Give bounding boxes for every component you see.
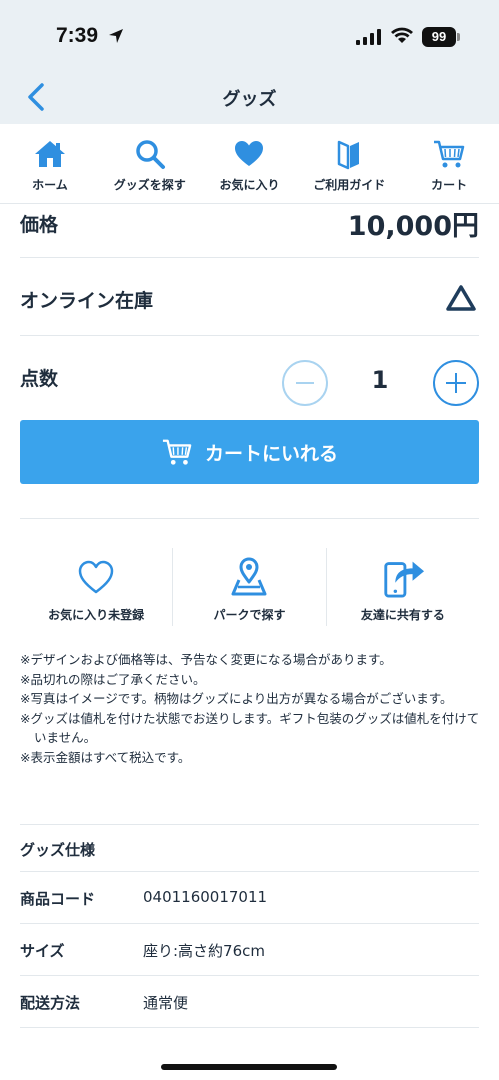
tab-label: カート bbox=[431, 178, 468, 192]
stock-limited-triangle-icon bbox=[446, 285, 476, 311]
quantity-value: 1 bbox=[371, 366, 389, 394]
wifi-icon bbox=[391, 27, 413, 43]
spec-section-header: グッズ仕様 bbox=[20, 824, 479, 872]
quantity-label: 点数 bbox=[20, 368, 59, 390]
quantity-increase-button[interactable] bbox=[433, 360, 479, 406]
cart-icon bbox=[162, 439, 192, 465]
page-title: グッズ bbox=[222, 89, 277, 110]
add-favorite-button[interactable]: お気に入り未登録 bbox=[20, 548, 172, 626]
battery-level: 99 bbox=[422, 27, 456, 47]
note-item: ※グッズは値札を付けた状態でお送りします。ギフト包装のグッズは値札を付けていませ… bbox=[20, 710, 480, 746]
location-arrow-icon bbox=[109, 29, 123, 43]
heart-outline-icon bbox=[78, 560, 114, 594]
tab-label: ホーム bbox=[32, 178, 68, 192]
battery-tip bbox=[457, 33, 460, 41]
tab-label: ご利用ガイド bbox=[313, 178, 386, 192]
status-time: 7:39 bbox=[56, 24, 99, 47]
cellular-signal-icon bbox=[356, 29, 381, 45]
quantity-row: 点数 1 bbox=[20, 336, 479, 420]
cart-icon bbox=[434, 140, 465, 168]
tab-label: お気に入り bbox=[219, 178, 280, 192]
map-pin-icon bbox=[231, 557, 267, 596]
spec-key: 配送方法 bbox=[20, 994, 81, 1012]
search-icon bbox=[135, 140, 165, 169]
spec-key: サイズ bbox=[20, 942, 65, 960]
action-label: 友達に共有する bbox=[360, 608, 445, 622]
home-indicator[interactable] bbox=[161, 1064, 337, 1070]
add-to-cart-button[interactable]: カートにいれる bbox=[20, 420, 479, 484]
spec-row: 商品コード 0401160017011 bbox=[20, 872, 479, 924]
tab-label: グッズを探す bbox=[113, 178, 186, 192]
home-icon bbox=[34, 141, 65, 167]
guide-icon bbox=[338, 140, 360, 170]
tab-guide[interactable]: ご利用ガイド bbox=[299, 124, 399, 203]
note-item: ※表示金額はすべて税込です。 bbox=[20, 749, 191, 765]
action-label: パークで探す bbox=[213, 608, 286, 622]
spec-value: 座り:高さ約76cm bbox=[143, 942, 266, 960]
divider bbox=[20, 518, 479, 519]
note-item: ※品切れの際はご了承ください。 bbox=[20, 671, 206, 687]
action-bar: お気に入り未登録 パークで探す 友達に共有する bbox=[20, 548, 479, 626]
spec-row: 配送方法 通常便 bbox=[20, 976, 479, 1028]
spec-title: グッズ仕様 bbox=[20, 841, 96, 859]
tab-navigation: ホーム グッズを探す お気に入り ご利用ガイド カート bbox=[0, 124, 499, 204]
share-icon bbox=[384, 561, 424, 598]
share-with-friends-button[interactable]: 友達に共有する bbox=[325, 548, 479, 626]
add-to-cart-label: カートにいれる bbox=[204, 442, 338, 465]
notes: ※デザインおよび価格等は、予告なく変更になる場合があります。 ※品切れの際はご了… bbox=[20, 650, 482, 767]
price-value: 10,000円 bbox=[347, 211, 479, 242]
tab-home[interactable]: ホーム bbox=[0, 124, 100, 203]
spec-value: 通常便 bbox=[143, 994, 189, 1012]
price-row: 価格 10,000円 bbox=[20, 200, 479, 258]
heart-icon bbox=[235, 141, 264, 166]
stock-row: オンライン在庫 bbox=[20, 258, 479, 336]
tab-cart[interactable]: カート bbox=[399, 124, 499, 203]
tab-favorites[interactable]: お気に入り bbox=[200, 124, 300, 203]
find-in-park-button[interactable]: パークで探す bbox=[172, 548, 325, 626]
status-bar: 7:39 99 bbox=[0, 0, 499, 72]
header: グッズ bbox=[0, 72, 499, 124]
note-item: ※写真はイメージです。柄物はグッズにより出方が異なる場合がございます。 bbox=[20, 691, 453, 706]
price-label: 価格 bbox=[20, 214, 59, 236]
spec-value: 0401160017011 bbox=[143, 888, 268, 906]
tab-search[interactable]: グッズを探す bbox=[100, 124, 200, 203]
spec-row: サイズ 座り:高さ約76cm bbox=[20, 924, 479, 976]
action-label: お気に入り未登録 bbox=[48, 608, 145, 622]
note-item: ※デザインおよび価格等は、予告なく変更になる場合があります。 bbox=[20, 652, 392, 667]
spec-key: 商品コード bbox=[20, 890, 96, 908]
quantity-decrease-button[interactable] bbox=[282, 360, 328, 406]
stock-label: オンライン在庫 bbox=[20, 290, 154, 312]
